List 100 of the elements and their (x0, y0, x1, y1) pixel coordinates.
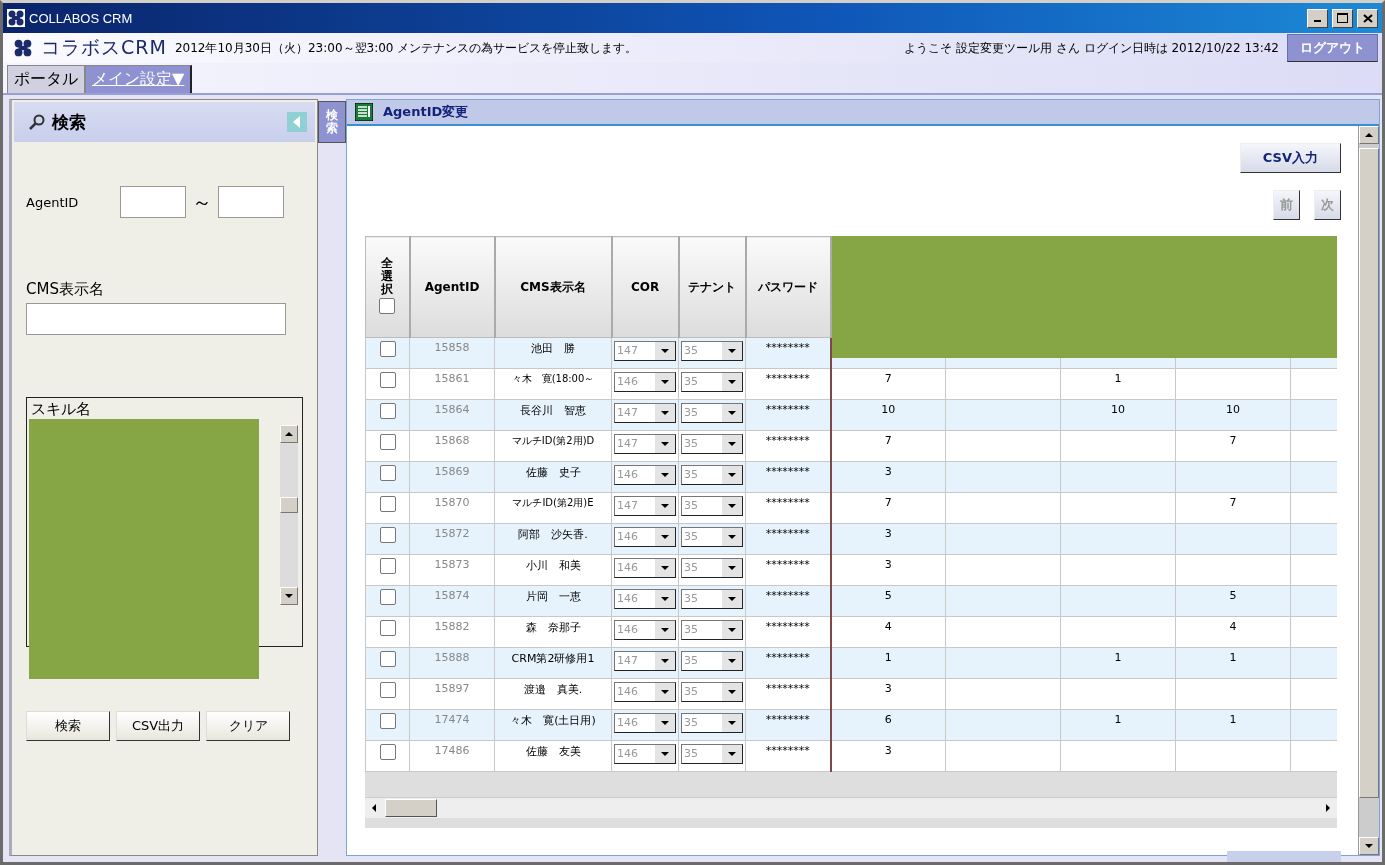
caret-icon (728, 378, 736, 386)
table-cell: 3 (830, 523, 946, 555)
row-checkbox[interactable] (379, 403, 396, 419)
row-checkbox[interactable] (379, 496, 396, 512)
caret-icon (661, 347, 669, 355)
cor-dropdown[interactable]: 146 (614, 527, 676, 547)
scrollbar-thumb[interactable] (385, 799, 437, 817)
tenant-dropdown[interactable]: 35 (681, 744, 743, 764)
list-icon (355, 103, 373, 121)
caret-icon (661, 719, 669, 727)
action-button[interactable]: 検索 (26, 711, 110, 741)
row-checkbox[interactable] (379, 558, 396, 574)
column-header[interactable]: 全選択 (365, 236, 410, 338)
caret-icon (728, 595, 736, 603)
tenant-dropdown[interactable]: 35 (681, 496, 743, 516)
previous-button[interactable]: 前 (1273, 190, 1300, 220)
cms-name-field[interactable] (26, 303, 286, 335)
cor-dropdown[interactable]: 146 (614, 589, 676, 609)
table-cell: ******** (745, 368, 831, 400)
agent-id-from-field[interactable] (120, 186, 186, 218)
caret-icon (661, 471, 669, 479)
select-all-checkbox[interactable] (379, 298, 396, 315)
nav-tab[interactable]: ポータル (7, 65, 85, 93)
column-header: CMS表示名 (494, 236, 612, 338)
tenant-dropdown[interactable]: 35 (681, 589, 743, 609)
cor-dropdown[interactable]: 147 (614, 434, 676, 454)
caret-icon (285, 430, 293, 438)
row-checkbox[interactable] (379, 651, 396, 667)
tenant-dropdown[interactable]: 35 (681, 713, 743, 733)
cor-dropdown[interactable]: 147 (614, 403, 676, 423)
table-cell: 15861 (409, 368, 495, 400)
table-cell: ******** (745, 709, 831, 741)
close-button[interactable] (1357, 8, 1378, 28)
next-button[interactable]: 次 (1314, 190, 1341, 220)
logout-button[interactable]: ログアウト (1287, 34, 1378, 62)
table-cell: 3 (830, 678, 946, 710)
caret-icon (661, 440, 669, 448)
agent-id-to-field[interactable] (218, 186, 284, 218)
csv-import-button[interactable]: CSV入力 (1239, 143, 1341, 173)
caret-icon (661, 657, 669, 665)
cor-dropdown[interactable]: 146 (614, 620, 676, 640)
horizontal-scrollbar[interactable] (365, 797, 1337, 818)
search-side-tab[interactable]: 検索 (318, 101, 346, 143)
cor-dropdown[interactable]: 146 (614, 372, 676, 392)
vertical-scrollbar[interactable] (1358, 126, 1379, 855)
caret-icon (661, 378, 669, 386)
table-cell: ******** (745, 554, 831, 586)
table-cell: 5 (1175, 585, 1291, 617)
table-cell: 15882 (409, 616, 495, 648)
row-checkbox[interactable] (379, 372, 396, 388)
table-cell: 1 (1175, 709, 1291, 741)
caret-icon (661, 502, 669, 510)
action-button[interactable]: CSV出力 (116, 711, 200, 741)
tenant-dropdown[interactable]: 35 (681, 527, 743, 547)
tenant-dropdown[interactable]: 35 (681, 465, 743, 485)
table-cell: ******** (745, 399, 831, 431)
nav-tab[interactable]: メイン設定▼ (85, 65, 193, 93)
row-checkbox[interactable] (379, 713, 396, 729)
window-title: COLLABOS CRM (29, 10, 134, 26)
cor-dropdown[interactable]: 147 (614, 341, 676, 361)
table-cell: 森 奈那子 (494, 616, 612, 648)
table-cell: 3 (830, 554, 946, 586)
tenant-dropdown[interactable]: 35 (681, 682, 743, 702)
caret-icon (728, 533, 736, 541)
caret-icon (661, 688, 669, 696)
maximize-button[interactable] (1332, 8, 1353, 28)
row-checkbox[interactable] (379, 589, 396, 605)
tenant-dropdown[interactable]: 35 (681, 341, 743, 361)
vertical-scrollbar[interactable] (280, 425, 298, 605)
table-cell: ******** (745, 337, 831, 369)
tenant-dropdown[interactable]: 35 (681, 372, 743, 392)
table-cell: 池田 勝 (494, 337, 612, 369)
row-checkbox[interactable] (379, 341, 396, 357)
table-cell: 7 (830, 368, 946, 400)
row-checkbox[interactable] (379, 744, 396, 760)
tenant-dropdown[interactable]: 35 (681, 651, 743, 671)
cor-dropdown[interactable]: 147 (614, 651, 676, 671)
cor-dropdown[interactable]: 146 (614, 682, 676, 702)
tenant-dropdown[interactable]: 35 (681, 620, 743, 640)
cor-dropdown[interactable]: 146 (614, 558, 676, 578)
cor-dropdown[interactable]: 146 (614, 713, 676, 733)
row-checkbox[interactable] (379, 527, 396, 543)
cor-dropdown[interactable]: 146 (614, 744, 676, 764)
action-button[interactable]: クリア (206, 711, 290, 741)
app-logo-icon (13, 38, 33, 58)
tenant-dropdown[interactable]: 35 (681, 403, 743, 423)
tenant-dropdown[interactable]: 35 (681, 434, 743, 454)
table-cell: 4 (1175, 616, 1291, 648)
row-checkbox[interactable] (379, 620, 396, 636)
cor-dropdown[interactable]: 146 (614, 465, 676, 485)
row-checkbox[interactable] (379, 434, 396, 450)
scrollbar-thumb[interactable] (280, 497, 298, 513)
tenant-dropdown[interactable]: 35 (681, 558, 743, 578)
minimize-button[interactable] (1307, 8, 1328, 28)
scrollbar-thumb[interactable] (1359, 148, 1379, 798)
row-checkbox[interactable] (379, 465, 396, 481)
table-cell: 15873 (409, 554, 495, 586)
cor-dropdown[interactable]: 147 (614, 496, 676, 516)
maintenance-notice: 2012年10月30日（火）23:00～翌3:00 メンテナンスの為サービスを停止致します。 (174, 39, 639, 57)
row-checkbox[interactable] (379, 682, 396, 698)
